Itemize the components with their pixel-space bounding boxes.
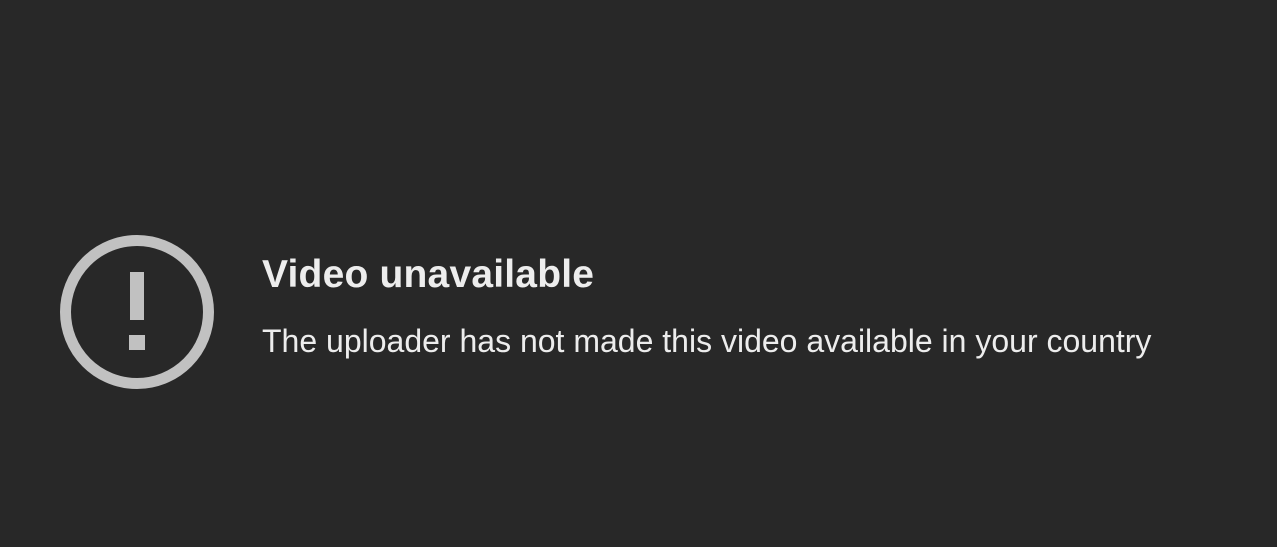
video-player-error-screen: Video unavailable The uploader has not m… — [0, 0, 1277, 547]
error-message: The uploader has not made this video ava… — [262, 323, 1152, 359]
error-title: Video unavailable — [262, 253, 595, 296]
alert-circle-icon — [58, 233, 216, 391]
